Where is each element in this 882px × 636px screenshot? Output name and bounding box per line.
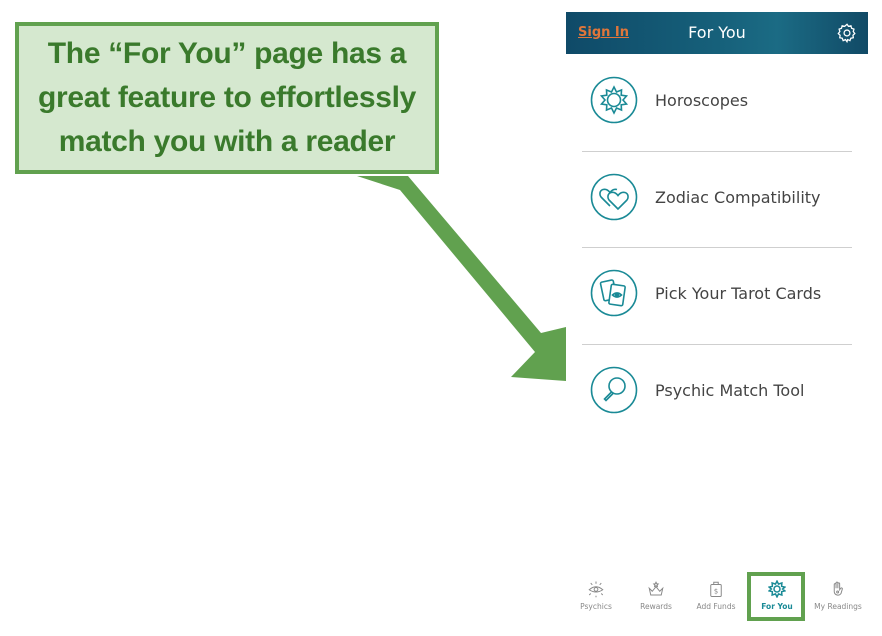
menu-item-label: Psychic Match Tool	[655, 381, 805, 400]
menu-item-horoscopes[interactable]: Horoscopes	[582, 54, 852, 150]
money-bag-icon: $	[710, 581, 722, 597]
page-title: For You	[688, 23, 746, 42]
menu-item-label: Horoscopes	[655, 91, 749, 110]
callout-text: The “For You” page has a great feature t…	[37, 37, 417, 158]
menu-item-pick-your-tarot-cards[interactable]: Pick Your Tarot Cards	[582, 247, 852, 343]
hamsa-hand-icon	[833, 581, 843, 596]
arrow-shape	[357, 176, 566, 381]
hearts-icon	[590, 173, 638, 221]
tab-add-funds[interactable]: $ Add Funds	[686, 572, 746, 622]
bottom-tab-bar: Psychics Rewards $ Add Funds For You My …	[566, 572, 868, 632]
magnifier-icon	[590, 366, 638, 414]
eye-icon	[588, 581, 604, 598]
crown-icon	[648, 581, 664, 596]
annotation-callout: The “For You” page has a great feature t…	[15, 22, 439, 174]
menu-item-zodiac-compatibility[interactable]: Zodiac Compatibility	[582, 151, 852, 247]
app-screen: Sign In For You Horoscopes Zodiac Compat…	[566, 12, 868, 632]
tab-label: Rewards	[640, 602, 672, 611]
tab-my-readings[interactable]: My Readings	[808, 572, 868, 622]
for-you-tab-highlight	[747, 572, 805, 621]
tab-label: My Readings	[814, 602, 862, 611]
sun-star-icon	[590, 76, 638, 124]
tab-psychics[interactable]: Psychics	[566, 572, 626, 622]
menu-item-label: Zodiac Compatibility	[655, 188, 821, 207]
tab-label: Add Funds	[696, 602, 736, 611]
menu-item-psychic-match-tool[interactable]: Psychic Match Tool	[582, 344, 852, 440]
gear-icon[interactable]	[836, 22, 858, 44]
tarot-cards-icon	[590, 269, 638, 317]
menu-item-label: Pick Your Tarot Cards	[655, 284, 822, 303]
tab-label: Psychics	[580, 602, 612, 611]
tab-rewards[interactable]: Rewards	[626, 572, 686, 622]
header-bar: Sign In For You	[566, 12, 868, 54]
svg-text:$: $	[714, 588, 718, 596]
